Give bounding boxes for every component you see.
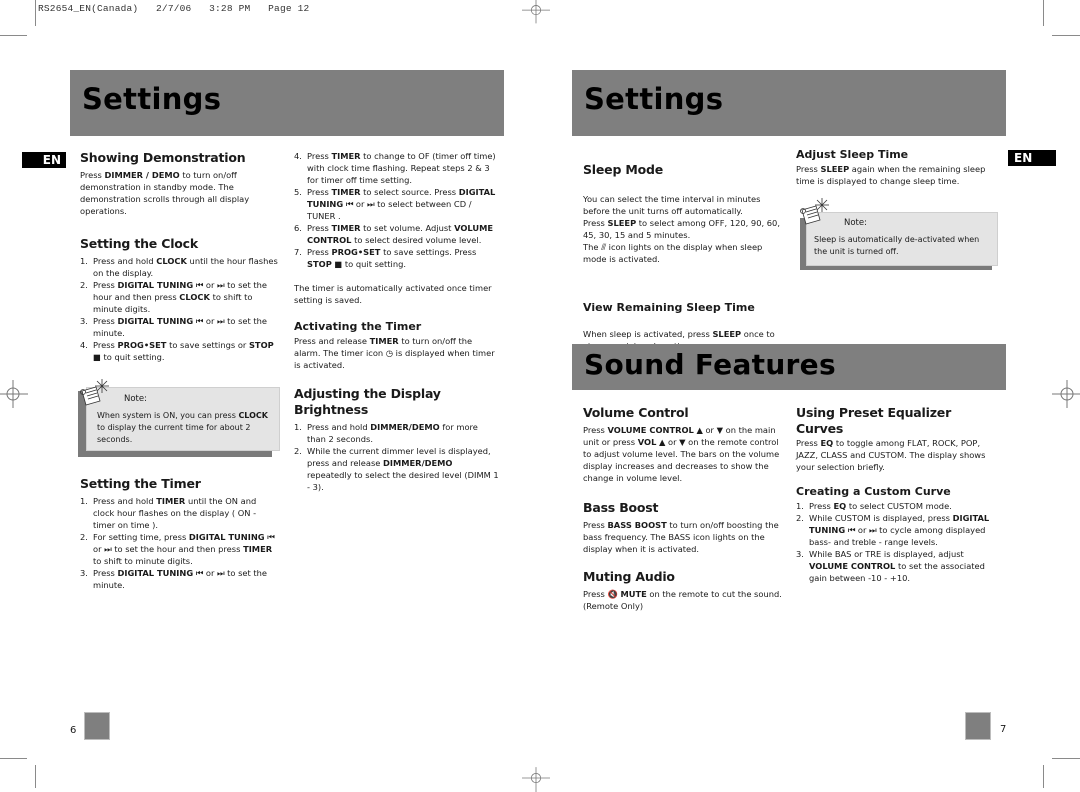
page-number-right: 7 bbox=[1000, 724, 1007, 735]
printer-slug: RS2654_EN(Canada) 2/7/06 3:28 PM Page 12 bbox=[38, 3, 310, 14]
section-title-eq: Using Preset Equalizer Curves bbox=[796, 405, 952, 436]
timer-steps-continued: 4. Press TIMER to change to OF (timer off… bbox=[294, 150, 499, 270]
note-pencil-icon bbox=[800, 198, 829, 225]
left-column-1: Showing Demonstration Press DIMMER / DEM… bbox=[80, 150, 280, 363]
language-tab: EN bbox=[22, 152, 66, 168]
section-title-timer: Setting the Timer bbox=[80, 476, 201, 491]
section-title-brightness: Adjusting the Display Brightness bbox=[294, 386, 441, 417]
note-label: Note: bbox=[124, 394, 147, 404]
section-title-mute: Muting Audio bbox=[583, 569, 675, 584]
page-marker-right bbox=[965, 712, 991, 740]
section-title-custom-curve: Creating a Custom Curve bbox=[796, 485, 951, 498]
right-column-2-top: Adjust Sleep Time Press SLEEP again when… bbox=[796, 148, 1001, 187]
mute-body: Press 🔇 MUTE on the remote to cut the so… bbox=[583, 589, 782, 611]
section-title-view-sleep: View Remaining Sleep Time bbox=[583, 301, 755, 314]
note-box-sleep: Note: Sleep is automatically de-activate… bbox=[798, 196, 998, 274]
section-title-clock: Setting the Clock bbox=[80, 236, 198, 251]
list-item: 3. Press DIGITAL TUNING ⏮ or ⏭ to set the… bbox=[80, 316, 268, 338]
note-box-clock: Note: When system is ON, you can press C… bbox=[78, 377, 280, 459]
brightness-steps: 1. Press and hold DIMMER/DEMO for more th… bbox=[294, 421, 499, 493]
registration-mark-icon bbox=[522, 0, 550, 24]
list-item: 2. For setting time, press DIGITAL TUNING… bbox=[80, 532, 275, 566]
bass-body: Press BASS BOOST to turn on/off boosting… bbox=[583, 520, 779, 554]
note-pencil-icon bbox=[80, 379, 109, 406]
list-item: 1. Press and hold DIMMER/DEMO for more th… bbox=[294, 422, 478, 444]
adjust-sleep-body: Press SLEEP again when the remaining sle… bbox=[796, 164, 986, 186]
section-title-bass: Bass Boost bbox=[583, 500, 659, 515]
list-item: 2. Press DIGITAL TUNING ⏮ or ⏭ to set the… bbox=[80, 280, 268, 314]
crop-mark bbox=[0, 35, 27, 36]
list-item: 6. Press TIMER to set volume. Adjust VOLU… bbox=[294, 223, 494, 245]
sleep-body: You can select the time interval in minu… bbox=[583, 194, 780, 264]
left-page-banner: Settings bbox=[70, 70, 504, 136]
list-item: 2. While CUSTOM is displayed, press DIGIT… bbox=[796, 513, 990, 547]
list-item: 1. Press and hold TIMER until the ON and … bbox=[80, 496, 257, 530]
timer-footer: The timer is automatically activated onc… bbox=[294, 283, 492, 305]
list-item: 3. While BAS or TRE is displayed, adjust … bbox=[796, 549, 985, 583]
right-column-1-bottom: Volume Control Press VOLUME CONTROL ▲ or… bbox=[583, 405, 783, 612]
right-column-1-top: Sleep Mode You can select the time inter… bbox=[583, 150, 788, 364]
note-label: Note: bbox=[844, 218, 867, 228]
list-item: 2. While the current dimmer level is disp… bbox=[294, 446, 499, 492]
left-column-2: 4. Press TIMER to change to OF (timer off… bbox=[294, 150, 499, 493]
list-item: 1. Press and hold CLOCK until the hour fl… bbox=[80, 256, 278, 278]
custom-curve-steps: 1. Press EQ to select CUSTOM mode. 2. Whil… bbox=[796, 500, 1001, 584]
crop-mark bbox=[0, 758, 27, 759]
crop-mark bbox=[35, 765, 36, 788]
list-item: 7. Press PROG•SET to save settings. Press… bbox=[294, 247, 477, 269]
clock-steps: 1. Press and hold CLOCK until the hour fl… bbox=[80, 255, 280, 363]
list-item: 4. Press TIMER to change to OF (timer off… bbox=[294, 151, 496, 185]
list-item: 3. Press DIGITAL TUNING ⏮ or ⏭ to set the… bbox=[80, 568, 268, 590]
crop-mark bbox=[35, 0, 36, 26]
crop-mark bbox=[1043, 0, 1044, 26]
crop-mark bbox=[1052, 758, 1080, 759]
page-title: Settings bbox=[584, 82, 724, 116]
demo-body: Press DIMMER / DEMO to turn on/off demon… bbox=[80, 170, 250, 216]
section-title-activate-timer: Activating the Timer bbox=[294, 320, 422, 333]
timer-steps: 1. Press and hold TIMER until the ON and … bbox=[80, 495, 280, 591]
registration-mark-icon bbox=[0, 380, 28, 408]
section-banner-title: Sound Features bbox=[584, 348, 836, 381]
section-title-sleep: Sleep Mode bbox=[583, 162, 663, 177]
language-tab: EN bbox=[1008, 150, 1056, 166]
activate-timer-body: Press and release TIMER to turn on/off t… bbox=[294, 336, 495, 370]
note-text: Sleep is automatically de-activated when… bbox=[814, 235, 980, 256]
page-marker-left bbox=[84, 712, 110, 740]
right-column-2-bottom: Using Preset Equalizer Curves Press EQ t… bbox=[796, 405, 1001, 584]
left-column-1-timer: Setting the Timer 1. Press and hold TIMER… bbox=[80, 476, 280, 591]
sound-features-banner: Sound Features bbox=[572, 344, 1006, 390]
note-text: When system is ON, you can press CLOCK t… bbox=[97, 411, 268, 444]
list-item: 1. Press EQ to select CUSTOM mode. bbox=[796, 501, 952, 511]
right-page-banner: Settings bbox=[572, 70, 1006, 136]
volume-body: Press VOLUME CONTROL ▲ or ▼ on the main … bbox=[583, 425, 780, 483]
section-title-adjust-sleep: Adjust Sleep Time bbox=[796, 148, 909, 161]
section-title-demo: Showing Demonstration bbox=[80, 150, 246, 165]
list-item: 4. Press PROG•SET to save settings or STO… bbox=[80, 340, 274, 362]
page-number-left: 6 bbox=[70, 725, 77, 736]
crop-mark bbox=[1052, 35, 1080, 36]
page-title: Settings bbox=[82, 82, 222, 116]
registration-mark-icon bbox=[1052, 380, 1080, 408]
eq-body: Press EQ to toggle among FLAT, ROCK, POP… bbox=[796, 438, 986, 472]
section-title-volume: Volume Control bbox=[583, 405, 689, 420]
list-item: 5. Press TIMER to select source. Press DI… bbox=[294, 187, 496, 221]
crop-mark bbox=[1043, 765, 1044, 788]
